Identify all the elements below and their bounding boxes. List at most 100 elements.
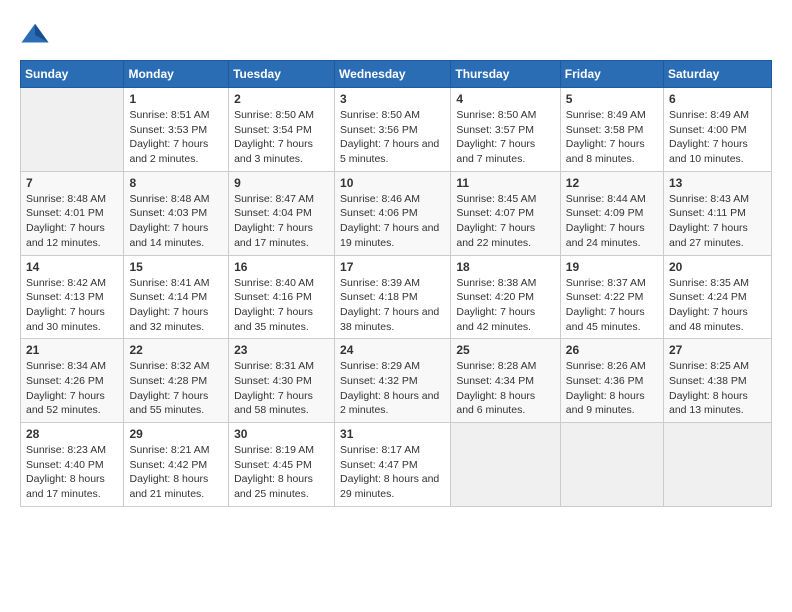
day-number: 30: [234, 427, 329, 441]
day-number: 7: [26, 176, 118, 190]
cell-details: Sunrise: 8:50 AMSunset: 3:57 PMDaylight:…: [456, 108, 554, 167]
calendar-cell: [451, 423, 560, 507]
cell-details: Sunrise: 8:44 AMSunset: 4:09 PMDaylight:…: [566, 192, 658, 251]
calendar-cell: 19 Sunrise: 8:37 AMSunset: 4:22 PMDayligh…: [560, 255, 663, 339]
day-number: 25: [456, 343, 554, 357]
calendar-week-row: 1 Sunrise: 8:51 AMSunset: 3:53 PMDaylight…: [21, 88, 772, 172]
calendar-cell: 30 Sunrise: 8:19 AMSunset: 4:45 PMDayligh…: [229, 423, 335, 507]
cell-details: Sunrise: 8:25 AMSunset: 4:38 PMDaylight:…: [669, 359, 766, 418]
calendar-cell: 14Sunrise: 8:42 AMSunset: 4:13 PMDayligh…: [21, 255, 124, 339]
calendar-cell: 4Sunrise: 8:50 AMSunset: 3:57 PMDaylight…: [451, 88, 560, 172]
day-number: 5: [566, 92, 658, 106]
calendar-cell: 28 Sunrise: 8:23 AMSunset: 4:40 PMDayligh…: [21, 423, 124, 507]
logo: [20, 20, 54, 50]
cell-details: Sunrise: 8:32 AMSunset: 4:28 PMDaylight:…: [129, 359, 223, 418]
cell-details: Sunrise: 8:40 AMSunset: 4:16 PMDaylight:…: [234, 276, 329, 335]
calendar-week-row: 21 Sunrise: 8:34 AMSunset: 4:26 PMDayligh…: [21, 339, 772, 423]
day-number: 18: [456, 260, 554, 274]
cell-details: Sunrise: 8:48 AMSunset: 4:03 PMDaylight:…: [129, 192, 223, 251]
cell-details: Sunrise: 8:51 AMSunset: 3:53 PMDaylight:…: [129, 108, 223, 167]
calendar-week-row: 14Sunrise: 8:42 AMSunset: 4:13 PMDayligh…: [21, 255, 772, 339]
day-number: 22: [129, 343, 223, 357]
cell-details: Sunrise: 8:29 AMSunset: 4:32 PMDaylight:…: [340, 359, 445, 418]
calendar-cell: 16 Sunrise: 8:40 AMSunset: 4:16 PMDayligh…: [229, 255, 335, 339]
calendar-cell: 5 Sunrise: 8:49 AMSunset: 3:58 PMDaylight…: [560, 88, 663, 172]
cell-details: Sunrise: 8:21 AMSunset: 4:42 PMDaylight:…: [129, 443, 223, 502]
column-header-saturday: Saturday: [664, 61, 772, 88]
cell-details: Sunrise: 8:34 AMSunset: 4:26 PMDaylight:…: [26, 359, 118, 418]
day-number: 16: [234, 260, 329, 274]
column-header-thursday: Thursday: [451, 61, 560, 88]
day-number: 29: [129, 427, 223, 441]
calendar-cell: 10 Sunrise: 8:46 AMSunset: 4:06 PMDayligh…: [335, 171, 451, 255]
logo-icon: [20, 20, 50, 50]
cell-details: Sunrise: 8:41 AMSunset: 4:14 PMDaylight:…: [129, 276, 223, 335]
cell-details: Sunrise: 8:19 AMSunset: 4:45 PMDaylight:…: [234, 443, 329, 502]
calendar-cell: [664, 423, 772, 507]
day-number: 20: [669, 260, 766, 274]
calendar-week-row: 7 Sunrise: 8:48 AMSunset: 4:01 PMDaylight…: [21, 171, 772, 255]
cell-details: Sunrise: 8:43 AMSunset: 4:11 PMDaylight:…: [669, 192, 766, 251]
cell-details: Sunrise: 8:50 AMSunset: 3:56 PMDaylight:…: [340, 108, 445, 167]
calendar-cell: 20 Sunrise: 8:35 AMSunset: 4:24 PMDayligh…: [664, 255, 772, 339]
calendar-table: SundayMondayTuesdayWednesdayThursdayFrid…: [20, 60, 772, 507]
cell-details: Sunrise: 8:31 AMSunset: 4:30 PMDaylight:…: [234, 359, 329, 418]
day-number: 17: [340, 260, 445, 274]
calendar-cell: 8 Sunrise: 8:48 AMSunset: 4:03 PMDaylight…: [124, 171, 229, 255]
cell-details: Sunrise: 8:37 AMSunset: 4:22 PMDaylight:…: [566, 276, 658, 335]
cell-details: Sunrise: 8:49 AMSunset: 3:58 PMDaylight:…: [566, 108, 658, 167]
day-number: 8: [129, 176, 223, 190]
cell-details: Sunrise: 8:35 AMSunset: 4:24 PMDaylight:…: [669, 276, 766, 335]
day-number: 3: [340, 92, 445, 106]
calendar-cell: 22 Sunrise: 8:32 AMSunset: 4:28 PMDayligh…: [124, 339, 229, 423]
day-number: 2: [234, 92, 329, 106]
calendar-header-row: SundayMondayTuesdayWednesdayThursdayFrid…: [21, 61, 772, 88]
day-number: 31: [340, 427, 445, 441]
calendar-cell: 12 Sunrise: 8:44 AMSunset: 4:09 PMDayligh…: [560, 171, 663, 255]
day-number: 1: [129, 92, 223, 106]
cell-details: Sunrise: 8:23 AMSunset: 4:40 PMDaylight:…: [26, 443, 118, 502]
day-number: 21: [26, 343, 118, 357]
calendar-cell: [560, 423, 663, 507]
cell-details: Sunrise: 8:47 AMSunset: 4:04 PMDaylight:…: [234, 192, 329, 251]
column-header-friday: Friday: [560, 61, 663, 88]
cell-details: Sunrise: 8:49 AMSunset: 4:00 PMDaylight:…: [669, 108, 766, 167]
calendar-cell: 31Sunrise: 8:17 AMSunset: 4:47 PMDayligh…: [335, 423, 451, 507]
day-number: 10: [340, 176, 445, 190]
cell-details: Sunrise: 8:45 AMSunset: 4:07 PMDaylight:…: [456, 192, 554, 251]
calendar-cell: 24 Sunrise: 8:29 AMSunset: 4:32 PMDayligh…: [335, 339, 451, 423]
day-number: 19: [566, 260, 658, 274]
page-header: [20, 20, 772, 50]
day-number: 15: [129, 260, 223, 274]
calendar-cell: 1 Sunrise: 8:51 AMSunset: 3:53 PMDaylight…: [124, 88, 229, 172]
cell-details: Sunrise: 8:39 AMSunset: 4:18 PMDaylight:…: [340, 276, 445, 335]
calendar-cell: 7 Sunrise: 8:48 AMSunset: 4:01 PMDaylight…: [21, 171, 124, 255]
day-number: 9: [234, 176, 329, 190]
calendar-cell: 29 Sunrise: 8:21 AMSunset: 4:42 PMDayligh…: [124, 423, 229, 507]
calendar-cell: 3 Sunrise: 8:50 AMSunset: 3:56 PMDaylight…: [335, 88, 451, 172]
cell-details: Sunrise: 8:26 AMSunset: 4:36 PMDaylight:…: [566, 359, 658, 418]
cell-details: Sunrise: 8:38 AMSunset: 4:20 PMDaylight:…: [456, 276, 554, 335]
column-header-wednesday: Wednesday: [335, 61, 451, 88]
day-number: 23: [234, 343, 329, 357]
cell-details: Sunrise: 8:28 AMSunset: 4:34 PMDaylight:…: [456, 359, 554, 418]
day-number: 11: [456, 176, 554, 190]
calendar-cell: 27 Sunrise: 8:25 AMSunset: 4:38 PMDayligh…: [664, 339, 772, 423]
calendar-cell: 2 Sunrise: 8:50 AMSunset: 3:54 PMDaylight…: [229, 88, 335, 172]
column-header-tuesday: Tuesday: [229, 61, 335, 88]
calendar-cell: 25 Sunrise: 8:28 AMSunset: 4:34 PMDayligh…: [451, 339, 560, 423]
day-number: 28: [26, 427, 118, 441]
calendar-cell: 15 Sunrise: 8:41 AMSunset: 4:14 PMDayligh…: [124, 255, 229, 339]
calendar-cell: 6Sunrise: 8:49 AMSunset: 4:00 PMDaylight…: [664, 88, 772, 172]
day-number: 27: [669, 343, 766, 357]
calendar-week-row: 28 Sunrise: 8:23 AMSunset: 4:40 PMDayligh…: [21, 423, 772, 507]
day-number: 12: [566, 176, 658, 190]
cell-details: Sunrise: 8:46 AMSunset: 4:06 PMDaylight:…: [340, 192, 445, 251]
calendar-cell: 11 Sunrise: 8:45 AMSunset: 4:07 PMDayligh…: [451, 171, 560, 255]
day-number: 24: [340, 343, 445, 357]
calendar-cell: 13Sunrise: 8:43 AMSunset: 4:11 PMDayligh…: [664, 171, 772, 255]
day-number: 26: [566, 343, 658, 357]
cell-details: Sunrise: 8:48 AMSunset: 4:01 PMDaylight:…: [26, 192, 118, 251]
day-number: 14: [26, 260, 118, 274]
cell-details: Sunrise: 8:50 AMSunset: 3:54 PMDaylight:…: [234, 108, 329, 167]
